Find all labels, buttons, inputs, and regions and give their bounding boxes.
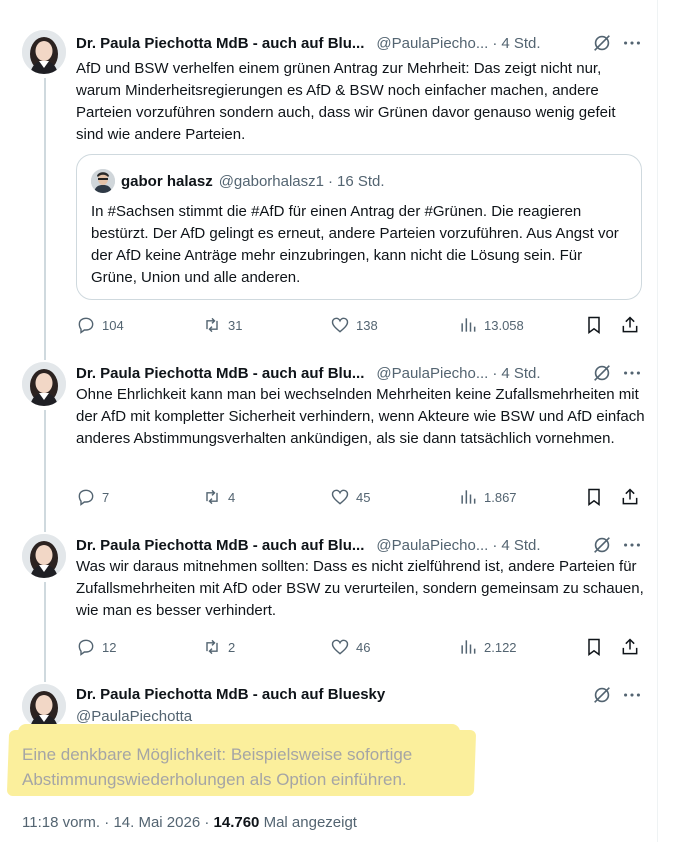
quote-text: In #Sachsen stimmt die #AfD für einen An… <box>91 203 619 286</box>
avatar[interactable] <box>22 684 66 728</box>
reply-count: 7 <box>102 489 110 505</box>
views-button[interactable]: 13.058 <box>458 314 524 336</box>
bookmark-button[interactable] <box>584 314 604 336</box>
views-icon <box>461 490 476 504</box>
more-icon[interactable] <box>621 534 643 556</box>
thread-line <box>44 78 46 360</box>
reply-icon <box>78 489 94 506</box>
repost-icon <box>206 639 218 655</box>
reply-button[interactable]: 7 <box>76 486 109 508</box>
views-button[interactable]: 1.867 <box>458 486 517 508</box>
tweet-actions: 104 31 138 13.058 <box>76 314 646 336</box>
views-count: 1.867 <box>484 489 517 505</box>
quote-avatar <box>91 169 115 193</box>
repost-count: 4 <box>228 489 236 505</box>
quote-author-name[interactable]: gabor halasz <box>121 173 213 190</box>
views-icon <box>461 318 476 332</box>
like-count: 45 <box>356 489 371 505</box>
quote-author-handle[interactable]: @gaborhalasz1 <box>219 173 324 190</box>
reply-icon <box>78 317 94 334</box>
author-name[interactable]: Dr. Paula Piechotta MdB - auch auf Blues… <box>76 684 385 706</box>
repost-count: 31 <box>228 317 243 333</box>
quote-time[interactable]: 16 Std. <box>337 173 385 190</box>
view-count: 14.760 <box>213 814 260 831</box>
right-border <box>657 0 658 842</box>
author-name[interactable]: Dr. Paula Piechotta MdB - auch auf Blu..… <box>76 537 364 554</box>
avatar[interactable] <box>22 534 66 578</box>
tweet-time[interactable]: 4 Std. <box>501 35 540 52</box>
grok-icon[interactable] <box>591 362 613 384</box>
like-icon <box>331 639 349 655</box>
like-count: 138 <box>356 317 378 333</box>
tweet-text: Was wir daraus mitnehmen sollten: Dass e… <box>76 558 644 619</box>
repost-button[interactable]: 31 <box>202 314 242 336</box>
more-icon[interactable] <box>621 684 643 706</box>
more-icon[interactable] <box>621 32 643 54</box>
repost-count: 2 <box>228 639 236 655</box>
reply-icon <box>78 639 94 656</box>
view-count-label: Mal angezeigt <box>263 814 357 831</box>
reply-button[interactable]: 12 <box>76 636 116 658</box>
repost-icon <box>206 489 218 505</box>
avatar[interactable] <box>22 362 66 406</box>
like-count: 46 <box>356 639 371 655</box>
repost-button[interactable]: 2 <box>202 636 235 658</box>
tweet-date[interactable]: 14. Mai 2026 <box>113 814 200 831</box>
bookmark-icon <box>588 638 600 656</box>
author-name[interactable]: Dr. Paula Piechotta MdB - auch auf Blu..… <box>76 35 364 52</box>
tweet-actions: 12 2 46 2.122 <box>76 636 646 658</box>
tweet-text: Ohne Ehrlichkeit kann man bei wechselnde… <box>76 386 645 447</box>
more-icon[interactable] <box>621 362 643 384</box>
tweet-time[interactable]: 4 Std. <box>501 365 540 382</box>
share-button[interactable] <box>620 636 640 658</box>
bookmark-icon <box>588 316 600 334</box>
repost-button[interactable]: 4 <box>202 486 235 508</box>
tweet-meta: 11:18 vorm. · 14. Mai 2026 · 14.760 Mal … <box>22 814 357 831</box>
views-count: 13.058 <box>484 317 524 333</box>
highlight-marker <box>18 724 460 744</box>
thread-line <box>44 410 46 532</box>
like-button[interactable]: 138 <box>330 314 378 336</box>
like-icon <box>331 317 349 333</box>
like-button[interactable]: 45 <box>330 486 370 508</box>
bookmark-button[interactable] <box>584 636 604 658</box>
grok-icon[interactable] <box>591 32 613 54</box>
grok-icon[interactable] <box>591 534 613 556</box>
like-icon <box>331 489 349 505</box>
like-button[interactable]: 46 <box>330 636 370 658</box>
reply-count: 12 <box>102 639 117 655</box>
share-button[interactable] <box>620 486 640 508</box>
share-icon <box>622 316 638 333</box>
author-handle[interactable]: @PaulaPiecho... <box>376 35 488 52</box>
reply-button[interactable]: 104 <box>76 314 124 336</box>
share-icon <box>622 488 638 505</box>
views-button[interactable]: 2.122 <box>458 636 517 658</box>
author-name[interactable]: Dr. Paula Piechotta MdB - auch auf Blu..… <box>76 365 364 382</box>
tweet-actions: 7 4 45 1.867 <box>76 486 646 508</box>
bookmark-button[interactable] <box>584 486 604 508</box>
avatar[interactable] <box>22 30 66 74</box>
share-icon <box>622 638 638 655</box>
author-handle[interactable]: @PaulaPiecho... <box>376 365 488 382</box>
views-icon <box>461 640 476 654</box>
tweet-text: AfD und BSW verhelfen einem grünen Antra… <box>76 60 616 143</box>
quoted-tweet[interactable]: gabor halasz @gaborhalasz1 · 16 Std. In … <box>76 154 642 300</box>
share-button[interactable] <box>620 314 640 336</box>
grok-icon[interactable] <box>591 684 613 706</box>
bookmark-icon <box>588 488 600 506</box>
views-count: 2.122 <box>484 639 517 655</box>
repost-icon <box>206 317 218 333</box>
reply-count: 104 <box>102 317 124 333</box>
thread-line <box>44 582 46 682</box>
author-handle[interactable]: @PaulaPiecho... <box>376 537 488 554</box>
main-tweet-text: Eine denkbare Möglichkeit: Beispielsweis… <box>22 745 413 789</box>
tweet-time[interactable]: 4 Std. <box>501 537 540 554</box>
tweet-timestamp[interactable]: 11:18 vorm. <box>22 814 100 831</box>
